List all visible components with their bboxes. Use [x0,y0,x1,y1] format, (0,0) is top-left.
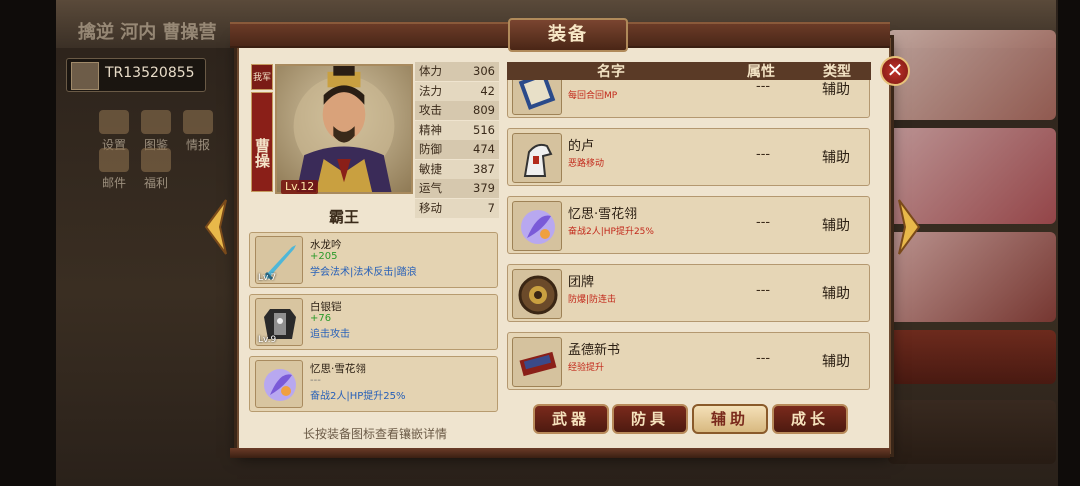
item-name: 团牌 [568,275,595,290]
hero-stats: 体力 306 法力 42 攻击 809 精神 516 防御 474 敏捷 387 运气 379… [415,62,499,218]
avatar [71,62,99,90]
item-type: 辅助 [822,82,850,98]
left-black-bar [0,0,56,486]
stat-row: 运气 379 [415,179,499,198]
shield-icon [512,269,562,319]
equipped-name: 白银铠 [310,301,342,313]
item-attr: --- [756,147,771,162]
book-icon [141,110,171,134]
item-attr: --- [756,283,771,298]
stat-row: 攻击 809 [415,101,499,120]
hero-title: 霸王 [328,208,359,226]
horse-icon [512,133,562,183]
item-desc: 经验提升 [568,363,605,373]
player-id: TR13520855 [105,65,195,81]
item-type: 辅助 [822,286,850,302]
codex-button[interactable]: 图鉴 [138,110,174,153]
list-item[interactable]: 孟德新书 经验提升 --- 辅助 [507,332,870,390]
gift-icon [141,148,171,172]
armor-icon[interactable]: Lv.9 [255,298,303,346]
player-card[interactable]: TR13520855 [66,58,206,92]
scroll-icon [183,110,213,134]
tab-armor[interactable]: 防具 [612,404,688,434]
stat-row: 防御 474 [415,140,499,159]
item-type: 辅助 [822,150,850,166]
mystery-bag-banner[interactable] [888,30,1056,120]
stat-row: 移动 7 [415,198,499,218]
equipped-name: 水龙吟 [310,239,342,251]
mail-icon [99,148,129,172]
item-name: 孟德新书 [568,343,621,358]
item-name: 的卢 [568,139,595,154]
item-desc: 恶路移动 [568,159,605,169]
equipped-desc: 学会法术|法术反击|踏浪 [310,267,417,278]
item-type: 辅助 [822,218,850,234]
close-button[interactable]: ✕ [880,56,910,86]
battle-button[interactable] [888,330,1056,384]
list-item[interactable]: 团牌 防爆|防连击 --- 辅助 [507,264,870,322]
settings-button[interactable]: 设置 [96,110,132,153]
header-type: 类型 [823,64,851,80]
equipped-armor-slot[interactable]: Lv.9 白银铠 +76 追击攻击 [249,294,498,350]
book-icon [512,337,562,387]
sword-icon[interactable]: Lv.7 [255,236,303,284]
header-name: 名字 [597,64,625,80]
hero-name: 曹操 [251,92,273,192]
item-name: 忆思·雪花翎 [568,207,638,222]
hero-level: Lv.12 [281,180,319,194]
stat-row: 敏捷 387 [415,159,499,179]
faction-badge: 我军 [251,64,273,90]
mail-button[interactable]: 邮件 [96,148,132,191]
equipped-bonus: +205 [310,251,338,262]
book-icon [512,80,562,115]
tab-weapon[interactable]: 武器 [533,404,609,434]
item-desc: 防爆|防连击 [568,295,617,305]
welfare-button[interactable]: 福利 [138,148,174,191]
equipped-desc: 奋战2人|HP提升25% [310,391,406,402]
equipped-desc: 追击攻击 [310,329,350,340]
feather-icon[interactable] [255,360,303,408]
equipped-weapon-slot[interactable]: Lv.7 水龙吟 +205 学会法术|法术反击|踏浪 [249,232,498,288]
item-desc: 奋战2人|HP提升25% [568,227,654,237]
item-attr: --- [756,351,771,366]
header-attr: 属性 [747,64,775,80]
equipped-accessory-slot[interactable]: 忆思·雪花翎 --- 奋战2人|HP提升25% [249,356,498,412]
item-list[interactable]: 每回合回MP --- 辅助 的卢 恶路移动 --- 辅助 忆思·雪花翎 奋战2人… [507,80,871,398]
hero-portrait[interactable] [275,64,413,194]
intel-button[interactable]: 情报 [180,110,216,153]
item-desc: 每回合回MP [568,91,618,101]
dialog-title: 装备 [508,18,628,52]
right-black-bar [1058,0,1080,486]
equipped-bonus: +76 [310,313,332,324]
hero-portrait-art [293,66,395,192]
stat-row: 法力 42 [415,81,499,101]
item-attr: --- [756,215,771,230]
stat-row: 体力 306 [415,62,499,81]
equipped-name: 忆思·雪花翎 [310,363,366,375]
item-attr: --- [756,80,771,94]
stage-title: 擒逆 河内 曹操营 [78,22,217,43]
gear-icon [99,110,129,134]
list-item[interactable]: 每回合回MP --- 辅助 [507,80,870,118]
item-type: 辅助 [822,354,850,370]
tab-accessory[interactable]: 辅助 [692,404,768,434]
list-item[interactable]: 的卢 恶路移动 --- 辅助 [507,128,870,186]
list-item[interactable]: 忆思·雪花翎 奋战2人|HP提升25% --- 辅助 [507,196,870,254]
hint-text: 长按装备图标查看镶嵌详情 [302,427,447,441]
bottom-right-buttons[interactable] [888,400,1056,464]
equipped-bonus: --- [310,375,321,386]
dialog-bottom-bar [230,448,890,458]
feather-icon [512,201,562,251]
stat-row: 精神 516 [415,120,499,140]
tab-growth[interactable]: 成长 [772,404,848,434]
next-hero-arrow[interactable] [897,198,923,256]
list-header: 名字 属性 类型 [507,62,871,80]
prev-hero-arrow[interactable] [202,198,228,256]
